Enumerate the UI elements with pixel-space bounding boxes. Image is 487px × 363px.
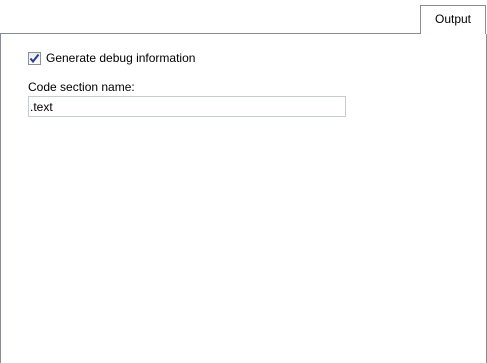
tab-output[interactable]: Output [420, 5, 486, 34]
checkmark-icon [29, 53, 40, 63]
code-section-name-input[interactable] [28, 96, 346, 117]
generate-debug-info-label: Generate debug information [46, 51, 196, 65]
output-panel: Generate debug information Code section … [0, 34, 487, 363]
tab-strip: Output [0, 0, 487, 34]
generate-debug-info-checkbox[interactable] [28, 51, 41, 65]
code-section-name-label: Code section name: [28, 80, 135, 94]
generate-debug-info-option[interactable]: Generate debug information [28, 50, 195, 66]
dialog-page: Output Generate debug information Code s… [0, 0, 487, 363]
